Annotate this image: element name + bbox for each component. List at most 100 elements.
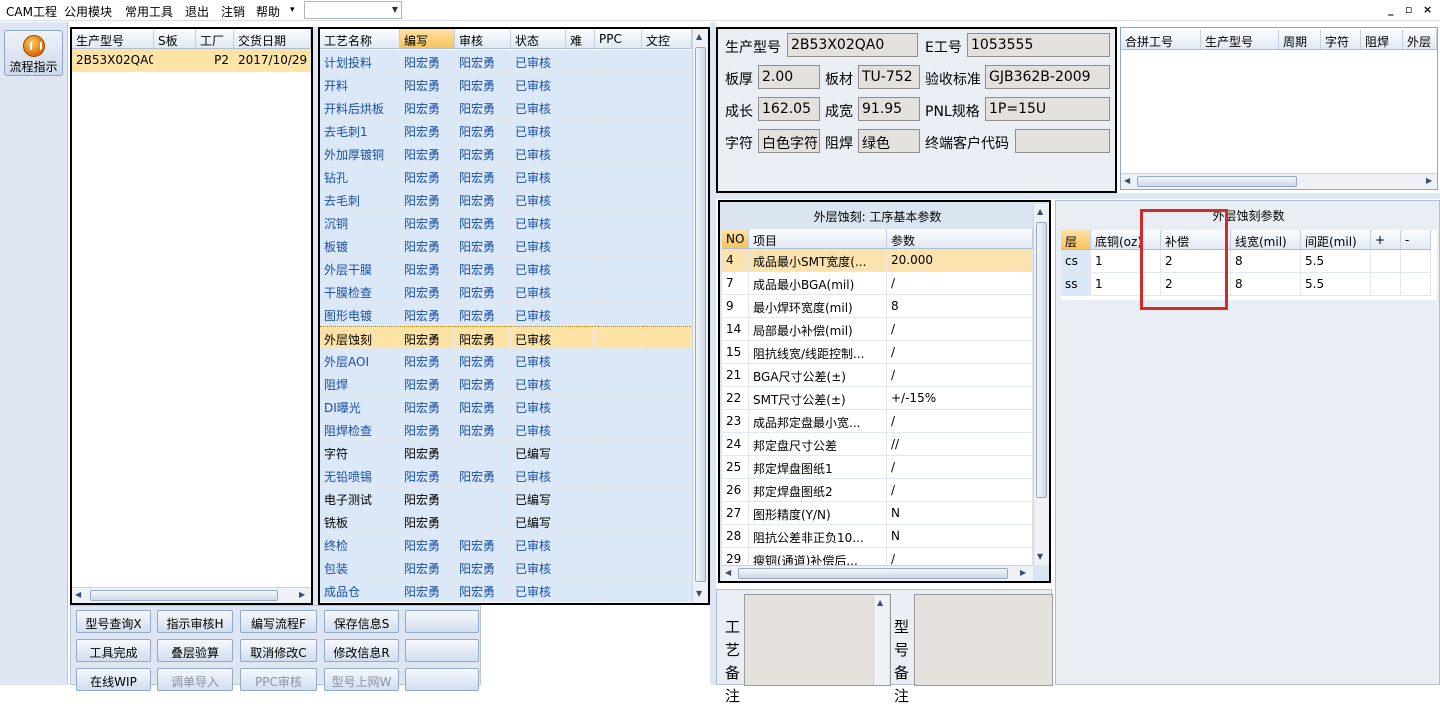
process-col-header[interactable]: PPC [595, 29, 642, 49]
params-col-header[interactable]: NO [722, 229, 749, 249]
scroll-up-icon[interactable]: ▲ [877, 598, 883, 607]
solder-field[interactable]: 绿色 [858, 129, 920, 153]
scroll-left-icon[interactable]: ◀ [75, 590, 81, 599]
thickness-field[interactable]: 2.00 [758, 65, 820, 89]
scroll-left-icon[interactable]: ◀ [1124, 176, 1130, 185]
action-button[interactable]: 工具完成 [76, 639, 151, 662]
etch-col-header[interactable]: 线宽(mil) [1231, 230, 1301, 250]
table-cell: 阳宏勇 [455, 464, 511, 487]
char-field[interactable]: 白色字符 [758, 129, 820, 153]
scroll-thumb[interactable] [90, 590, 278, 601]
scroll-down-icon[interactable]: ▼ [1037, 552, 1043, 561]
toolbar-combo[interactable]: ▼ [304, 1, 402, 19]
action-button[interactable]: 在线WIP [76, 668, 151, 691]
scroll-right-icon[interactable]: ▶ [1020, 568, 1026, 577]
scroll-up-icon[interactable]: ▲ [1037, 207, 1043, 216]
scroll-thumb[interactable] [1036, 222, 1047, 498]
merge-hscroll[interactable]: ◀ ▶ [1121, 173, 1437, 189]
minimize-icon[interactable]: _ [1388, 3, 1394, 16]
action-button[interactable]: 指示审核H [157, 610, 233, 633]
pnl-field[interactable]: 1P=15U [985, 97, 1110, 121]
etch-col-header[interactable]: + [1371, 230, 1401, 250]
merge-col-header[interactable]: 外层 [1403, 30, 1437, 50]
standard-field[interactable]: GJB362B-2009 [985, 65, 1110, 89]
model-list-hscroll[interactable]: ◀ ▶ [72, 587, 311, 603]
menu-logout[interactable]: 注销 [221, 3, 245, 20]
table-cell: 阳宏勇 [400, 165, 455, 188]
action-button[interactable]: 保存信息S [324, 610, 399, 633]
model-col-header[interactable]: 生产型号 [72, 29, 154, 49]
process-col-header[interactable]: 文控 [642, 29, 692, 49]
table-cell: 计划投料 [320, 50, 400, 73]
model-col-header[interactable]: 工厂 [196, 29, 234, 49]
close-icon[interactable]: × [1423, 3, 1432, 16]
action-button[interactable] [405, 610, 479, 633]
params-col-header[interactable]: 参数 [887, 229, 1033, 249]
scroll-thumb[interactable] [695, 47, 706, 582]
scroll-down-icon[interactable]: ▼ [696, 589, 702, 598]
table-cell: 终检 [320, 533, 400, 556]
params-col-header[interactable]: 项目 [749, 229, 887, 249]
scroll-left-icon[interactable]: ◀ [725, 568, 731, 577]
menu-exit[interactable]: 退出 [185, 3, 209, 20]
process-col-header[interactable]: 编写 [400, 29, 455, 49]
table-cell: 图形电镀 [320, 303, 400, 326]
action-button[interactable]: 型号上网W [324, 668, 399, 691]
scroll-up-icon[interactable]: ▲ [696, 32, 702, 41]
material-field[interactable]: TU-752 [858, 65, 920, 89]
table-cell: // [887, 433, 1033, 456]
scroll-right-icon[interactable]: ▶ [299, 590, 305, 599]
merge-col-header[interactable]: 字符 [1321, 30, 1361, 50]
model-field[interactable]: 2B53X02QA0 [787, 33, 918, 57]
table-cell: 阳宏勇 [400, 142, 455, 165]
help-chevron-icon[interactable]: ▾ [290, 5, 295, 15]
table-cell [642, 487, 692, 510]
width-field[interactable]: 91.95 [858, 97, 920, 121]
customer-code-field[interactable] [1015, 129, 1110, 153]
flow-indicator-button[interactable]: 流程指示 [4, 30, 63, 76]
etch-col-header[interactable]: 层 [1061, 230, 1091, 250]
etch-col-header[interactable]: 间距(mil) [1301, 230, 1371, 250]
process-col-header[interactable]: 工艺名称 [320, 29, 400, 49]
e-no-field[interactable]: 1053555 [967, 33, 1110, 57]
action-button[interactable]: 修改信息R [324, 639, 399, 662]
params-vscroll[interactable]: ▲ ▼ [1033, 204, 1049, 565]
table-cell: 去毛刺 [320, 188, 400, 211]
params-hscroll[interactable]: ◀ ▶ [722, 565, 1033, 581]
action-button[interactable]: 编写流程F [240, 610, 317, 633]
table-cell [642, 579, 692, 602]
menu-common-tools[interactable]: 常用工具 [125, 3, 173, 20]
action-button[interactable] [405, 668, 479, 691]
action-button[interactable]: PPC审核 [240, 668, 317, 691]
process-notes-vscroll[interactable]: ▲ [873, 595, 889, 685]
splitter-horizontal[interactable] [716, 193, 1440, 199]
scroll-thumb[interactable] [1137, 176, 1297, 187]
action-button[interactable]: 调单导入 [157, 668, 233, 691]
length-field[interactable]: 162.05 [758, 97, 820, 121]
menu-cam-project[interactable]: CAM工程 [6, 3, 57, 20]
model-notes-field[interactable] [914, 594, 1053, 686]
merge-col-header[interactable]: 阻焊 [1361, 30, 1403, 50]
restore-icon[interactable]: ▫ [1405, 3, 1412, 16]
merge-col-header[interactable]: 周期 [1279, 30, 1321, 50]
action-button[interactable]: 叠层验算 [157, 639, 233, 662]
model-col-header[interactable]: 交货日期 [234, 29, 311, 49]
merge-col-header[interactable]: 合拼工号 [1121, 30, 1201, 50]
action-button[interactable]: 取消修改C [240, 639, 317, 662]
model-col-header[interactable]: S板 [154, 29, 196, 49]
etch-col-header[interactable]: - [1401, 230, 1431, 250]
scroll-right-icon[interactable]: ▶ [1426, 176, 1432, 185]
menu-common-modules[interactable]: 公用模块 [64, 3, 112, 20]
process-col-header[interactable]: 状态 [511, 29, 566, 49]
merge-col-header[interactable]: 生产型号 [1201, 30, 1279, 50]
process-col-header[interactable]: 审核 [455, 29, 511, 49]
action-button[interactable] [405, 639, 479, 662]
info-panel: 生产型号 2B53X02QA0 E工号 1053555 板厚 2.00 板材 T… [716, 27, 1117, 193]
action-button[interactable]: 型号查询X [76, 610, 151, 633]
menu-help[interactable]: 帮助 [256, 3, 280, 20]
process-vscroll[interactable]: ▲ ▼ [692, 29, 708, 603]
process-notes-field[interactable]: ▲ [744, 594, 891, 686]
table-cell: 4 [722, 249, 749, 272]
process-col-header[interactable]: 难 [566, 29, 595, 49]
scroll-thumb[interactable] [738, 568, 1008, 579]
